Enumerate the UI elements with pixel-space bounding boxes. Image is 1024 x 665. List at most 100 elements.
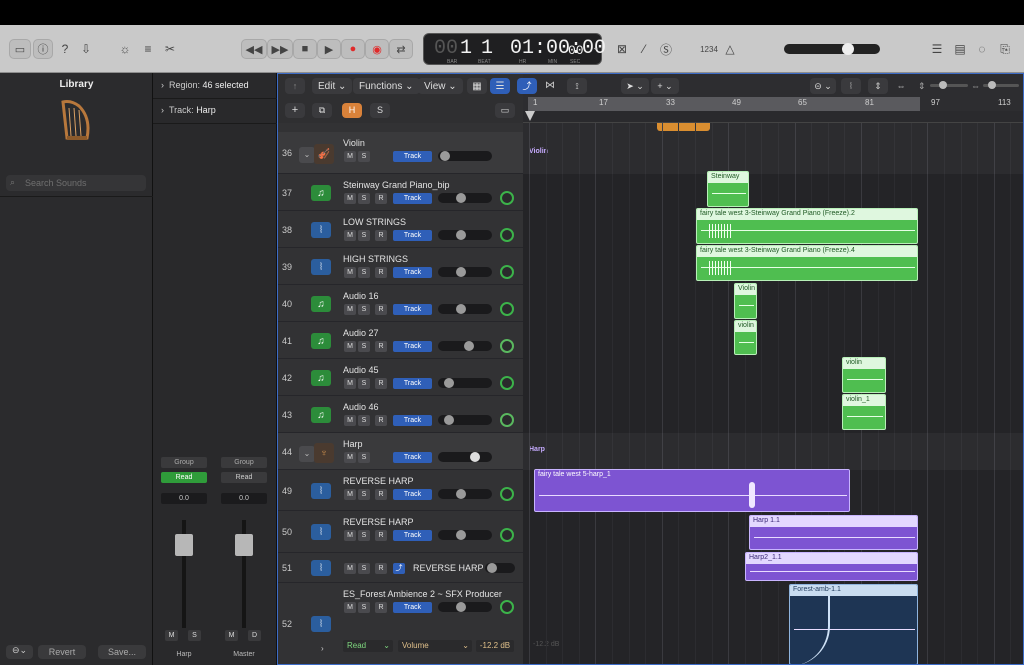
functions-menu[interactable]: Functions ⌄ [353,78,420,94]
scissors-icon[interactable]: ✂ [160,39,180,59]
lcd-display[interactable]: 00 1 1 01:00:00 00 BAR BEAT HR MIN SEC ⌄ [423,33,606,65]
automation-track-label[interactable]: REVERSE HARP [413,563,484,573]
automation-mode-select[interactable]: Read ⌄ [343,640,393,652]
brightness-icon[interactable]: ☼ [115,39,135,59]
track-button[interactable]: Track [393,378,432,389]
horizontal-zoom-slider[interactable] [983,81,1019,89]
solo-button[interactable]: S [358,452,370,463]
track-row[interactable]: 39 ⦚ HIGH STRINGS M S R Track [277,248,523,285]
automation-icon[interactable]: ⤴ [517,78,537,94]
add-track-button[interactable]: + [285,103,305,118]
solo-button[interactable]: S [358,304,370,315]
record-enable-button[interactable]: R [375,304,387,315]
volume-slider[interactable] [438,415,492,425]
duplicate-track-icon[interactable]: ⧉ [312,103,332,118]
track-row[interactable]: 42 ♫ Audio 45 M S R Track [277,359,523,396]
fader-handle-1[interactable] [175,534,193,556]
track-button[interactable]: Track [393,341,432,352]
pan-knob[interactable] [500,528,514,542]
global-tracks-icon[interactable]: ▭ [495,103,515,118]
track-button[interactable]: Track [393,602,432,613]
mute-button[interactable]: M [344,230,356,241]
record-button[interactable]: ● [341,39,365,59]
edit-menu[interactable]: Edit ⌄ [312,78,353,94]
region[interactable]: violin [734,320,757,355]
pan-knob[interactable] [500,191,514,205]
solo-icon[interactable]: Ⓢ [656,39,676,59]
mute-button[interactable]: M [344,563,356,574]
solo-button[interactable]: S [358,230,370,241]
waveform-zoom-icon[interactable]: ⦚ [841,78,861,94]
folder-disclosure-icon[interactable]: ⌄ [299,147,315,163]
snap-menu-icon[interactable]: ⊝ ⌄ [810,78,836,94]
volume-slider[interactable] [438,341,492,351]
volume-slider[interactable] [438,452,492,462]
solo-button[interactable]: S [358,151,370,162]
track-button[interactable]: Track [393,489,432,500]
mute-button[interactable]: M [344,378,356,389]
track-name[interactable]: Steinway Grand Piano_bip [343,180,450,190]
record-enable-button[interactable]: R [375,489,387,500]
track-row[interactable]: 40 ♫ Audio 16 M S R Track [277,285,523,322]
mute-button[interactable]: M [344,602,356,613]
track-name[interactable]: Audio 16 [343,291,379,301]
solo-button[interactable]: S [358,489,370,500]
solo-button[interactable]: S [358,267,370,278]
track-button[interactable]: Track [393,230,432,241]
record-enable-button[interactable]: R [375,602,387,613]
revert-button[interactable]: Revert [38,645,86,659]
track-name[interactable]: HIGH STRINGS [343,254,408,264]
pan-knob[interactable] [500,302,514,316]
volume-value-1[interactable]: 0.0 [161,493,207,504]
pan-knob[interactable] [500,376,514,390]
region[interactable]: Steinway [707,171,749,207]
download-icon[interactable]: ⇩ [76,39,96,59]
solo-button[interactable]: S [358,378,370,389]
record-enable-button[interactable]: R [375,415,387,426]
arrange-area[interactable]: Violin Harp -12.2 dB Steinway fairy tale … [523,123,1024,665]
vertical-zoom-icon[interactable]: ⇕ [868,78,888,94]
track-name[interactable]: Harp [343,439,363,449]
play-button[interactable]: ▶ [317,39,341,59]
volume-slider[interactable] [438,378,492,388]
automation-read-1[interactable]: Read [161,472,207,483]
pan-knob[interactable] [500,413,514,427]
notepad-icon[interactable]: ▤ [950,39,970,59]
solo-button[interactable]: S [358,415,370,426]
track-row[interactable]: 50 ⦚ REVERSE HARP M S R Track [277,511,523,553]
solo-button[interactable]: S [358,530,370,541]
pan-knob[interactable] [500,487,514,501]
metronome-icon[interactable]: △ [720,39,740,59]
region[interactable]: fairy tale west 5-harp_1 [534,469,850,512]
catch-icon[interactable]: ⟟ [567,78,587,94]
lcd-chevron-down-icon[interactable]: ⌄ [592,42,600,53]
solo-button[interactable]: S [358,193,370,204]
stop-button[interactable]: ■ [293,39,317,59]
view-menu[interactable]: View ⌄ [418,78,463,94]
volume-slider[interactable] [438,151,492,161]
replace-icon[interactable]: ⊠ [612,39,632,59]
back-arrow-icon[interactable]: ↑ [285,78,305,94]
track-disclosure[interactable]: › Track: Harp [161,105,216,115]
track-row[interactable]: 37 ♫ Steinway Grand Piano_bip M S R Track [277,174,523,211]
volume-slider[interactable] [438,304,492,314]
group-slot-1[interactable]: Group [161,457,207,468]
horizontal-zoom-icon[interactable]: ⇔ [891,78,911,94]
mute-button[interactable]: M [344,341,356,352]
track-row[interactable]: 36 ⌄ 🎻 Violin M S Track [277,132,523,174]
pan-knob[interactable] [500,600,514,614]
volume-slider[interactable] [438,267,492,277]
mute-button[interactable]: M [344,267,356,278]
volume-slider[interactable] [438,602,492,612]
mute-button[interactable]: M [344,452,356,463]
inspector-toggle-icon[interactable]: ⓘ [33,39,53,59]
volume-value-2[interactable]: 0.0 [221,493,267,504]
track-name[interactable]: Audio 27 [343,328,379,338]
track-button[interactable]: Track [393,304,432,315]
forward-button[interactable]: ▶▶ [267,39,293,59]
track-button[interactable]: Track [393,452,432,463]
automation-disclosure-icon[interactable]: › [321,644,324,653]
loop-browser-icon[interactable]: ◌ [972,39,992,59]
list-editors-icon[interactable]: ☰ [927,39,947,59]
track-row[interactable]: 43 ♫ Audio 46 M S R Track [277,396,523,433]
